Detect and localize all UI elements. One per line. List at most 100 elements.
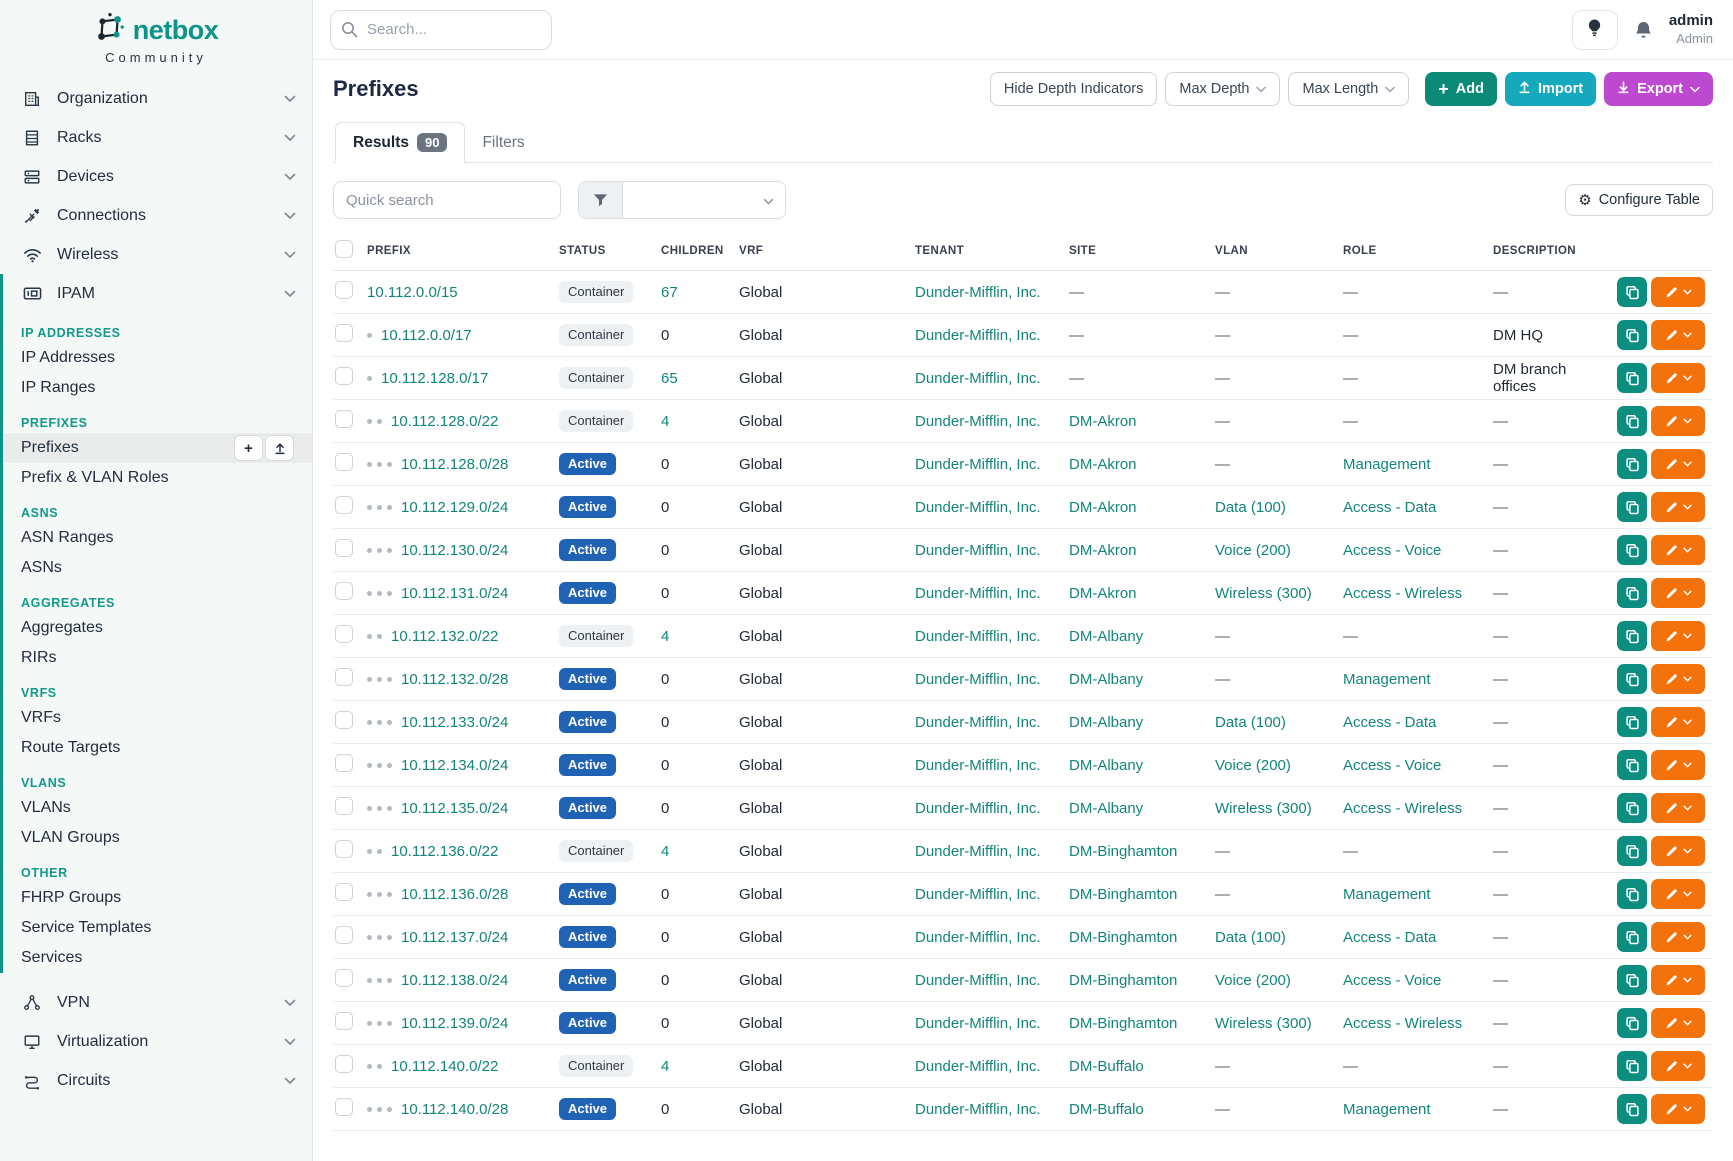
sidebar-item-fhrp-groups[interactable]: FHRP Groups <box>3 883 312 913</box>
sidebar-item-vrfs[interactable]: VRFs <box>3 703 312 733</box>
prefix-link[interactable]: 10.112.136.0/28 <box>401 886 508 903</box>
edit-button[interactable] <box>1651 707 1705 737</box>
tenant-link[interactable]: Dunder-Mifflin, Inc. <box>915 585 1041 602</box>
prefix-link[interactable]: 10.112.140.0/22 <box>391 1058 498 1075</box>
tenant-link[interactable]: Dunder-Mifflin, Inc. <box>915 370 1041 387</box>
tenant-link[interactable]: Dunder-Mifflin, Inc. <box>915 628 1041 645</box>
copy-button[interactable] <box>1617 363 1647 393</box>
tenant-link[interactable]: Dunder-Mifflin, Inc. <box>915 671 1041 688</box>
export-button[interactable]: Export <box>1604 72 1713 106</box>
max-depth-dropdown[interactable]: Max Depth <box>1165 72 1280 106</box>
site-link[interactable]: DM-Binghamton <box>1069 886 1177 903</box>
copy-button[interactable] <box>1617 965 1647 995</box>
row-checkbox[interactable] <box>335 1098 353 1116</box>
role-link[interactable]: Access - Wireless <box>1343 800 1462 817</box>
tenant-link[interactable]: Dunder-Mifflin, Inc. <box>915 714 1041 731</box>
quick-search-input[interactable] <box>333 181 561 219</box>
sidebar-item-asn-ranges[interactable]: ASN Ranges <box>3 523 312 553</box>
tenant-link[interactable]: Dunder-Mifflin, Inc. <box>915 327 1041 344</box>
site-link[interactable]: DM-Binghamton <box>1069 843 1177 860</box>
vlan-link[interactable]: Data (100) <box>1215 929 1286 946</box>
copy-button[interactable] <box>1617 406 1647 436</box>
site-link[interactable]: DM-Albany <box>1069 800 1143 817</box>
prefix-link[interactable]: 10.112.133.0/24 <box>401 714 508 731</box>
prefix-link[interactable]: 10.112.134.0/24 <box>401 757 508 774</box>
row-checkbox[interactable] <box>335 883 353 901</box>
filter-funnel-icon[interactable] <box>579 182 623 218</box>
copy-button[interactable] <box>1617 836 1647 866</box>
edit-button[interactable] <box>1651 621 1705 651</box>
tenant-link[interactable]: Dunder-Mifflin, Inc. <box>915 757 1041 774</box>
global-search-input[interactable] <box>330 10 552 50</box>
edit-button[interactable] <box>1651 492 1705 522</box>
edit-button[interactable] <box>1651 922 1705 952</box>
sidebar-item-vpn[interactable]: VPN <box>0 983 312 1022</box>
copy-button[interactable] <box>1617 535 1647 565</box>
row-checkbox[interactable] <box>335 410 353 428</box>
copy-button[interactable] <box>1617 320 1647 350</box>
row-checkbox[interactable] <box>335 926 353 944</box>
edit-button[interactable] <box>1651 1051 1705 1081</box>
row-checkbox[interactable] <box>335 1012 353 1030</box>
children-link[interactable]: 4 <box>661 843 669 860</box>
brand[interactable]: netbox Community <box>0 0 312 65</box>
prefix-link[interactable]: 10.112.137.0/24 <box>401 929 508 946</box>
row-checkbox[interactable] <box>335 840 353 858</box>
max-length-dropdown[interactable]: Max Length <box>1288 72 1409 106</box>
notifications-bell-icon[interactable] <box>1634 20 1653 40</box>
copy-button[interactable] <box>1617 621 1647 651</box>
add-button[interactable]: + Add <box>1425 72 1497 106</box>
children-link[interactable]: 4 <box>661 1058 669 1075</box>
edit-button[interactable] <box>1651 750 1705 780</box>
select-all-checkbox[interactable] <box>335 240 353 258</box>
role-link[interactable]: Access - Voice <box>1343 542 1441 559</box>
copy-button[interactable] <box>1617 793 1647 823</box>
tab-results[interactable]: Results 90 <box>335 122 465 163</box>
row-checkbox[interactable] <box>335 711 353 729</box>
sidebar-item-prefixes[interactable]: Prefixes+ <box>3 433 312 463</box>
sidebar-item-aggregates[interactable]: Aggregates <box>3 613 312 643</box>
import-icon[interactable] <box>265 435 294 461</box>
tenant-link[interactable]: Dunder-Mifflin, Inc. <box>915 886 1041 903</box>
copy-button[interactable] <box>1617 277 1647 307</box>
tenant-link[interactable]: Dunder-Mifflin, Inc. <box>915 929 1041 946</box>
children-link[interactable]: 4 <box>661 413 669 430</box>
tenant-link[interactable]: Dunder-Mifflin, Inc. <box>915 284 1041 301</box>
role-link[interactable]: Access - Data <box>1343 499 1436 516</box>
site-link[interactable]: DM-Albany <box>1069 714 1143 731</box>
sidebar-item-services[interactable]: Services <box>3 943 312 973</box>
import-button[interactable]: Import <box>1505 72 1596 106</box>
sidebar-item-connections[interactable]: Connections <box>0 196 312 235</box>
copy-button[interactable] <box>1617 707 1647 737</box>
copy-button[interactable] <box>1617 492 1647 522</box>
prefix-link[interactable]: 10.112.132.0/28 <box>401 671 508 688</box>
role-link[interactable]: Access - Data <box>1343 714 1436 731</box>
configure-table-button[interactable]: ⚙ Configure Table <box>1565 184 1713 216</box>
site-link[interactable]: DM-Buffalo <box>1069 1101 1144 1118</box>
tenant-link[interactable]: Dunder-Mifflin, Inc. <box>915 972 1041 989</box>
edit-button[interactable] <box>1651 1094 1705 1124</box>
children-link[interactable]: 67 <box>661 284 678 301</box>
copy-button[interactable] <box>1617 922 1647 952</box>
role-link[interactable]: Access - Voice <box>1343 757 1441 774</box>
prefix-link[interactable]: 10.112.128.0/22 <box>391 413 498 430</box>
site-link[interactable]: DM-Albany <box>1069 757 1143 774</box>
hide-depth-indicators-button[interactable]: Hide Depth Indicators <box>990 72 1157 106</box>
edit-button[interactable] <box>1651 320 1705 350</box>
tenant-link[interactable]: Dunder-Mifflin, Inc. <box>915 1058 1041 1075</box>
row-checkbox[interactable] <box>335 1055 353 1073</box>
sidebar-item-ipam[interactable]: IPAM <box>3 274 312 313</box>
row-checkbox[interactable] <box>335 969 353 987</box>
sidebar-item-wireless[interactable]: Wireless <box>0 235 312 274</box>
edit-button[interactable] <box>1651 836 1705 866</box>
edit-button[interactable] <box>1651 965 1705 995</box>
copy-button[interactable] <box>1617 750 1647 780</box>
tab-filters[interactable]: Filters <box>465 122 541 163</box>
vlan-link[interactable]: Wireless (300) <box>1215 1015 1312 1032</box>
vlan-link[interactable]: Wireless (300) <box>1215 585 1312 602</box>
edit-button[interactable] <box>1651 664 1705 694</box>
prefix-link[interactable]: 10.112.132.0/22 <box>391 628 498 645</box>
row-checkbox[interactable] <box>335 625 353 643</box>
sidebar-item-virtualization[interactable]: Virtualization <box>0 1022 312 1061</box>
prefix-link[interactable]: 10.112.139.0/24 <box>401 1015 508 1032</box>
